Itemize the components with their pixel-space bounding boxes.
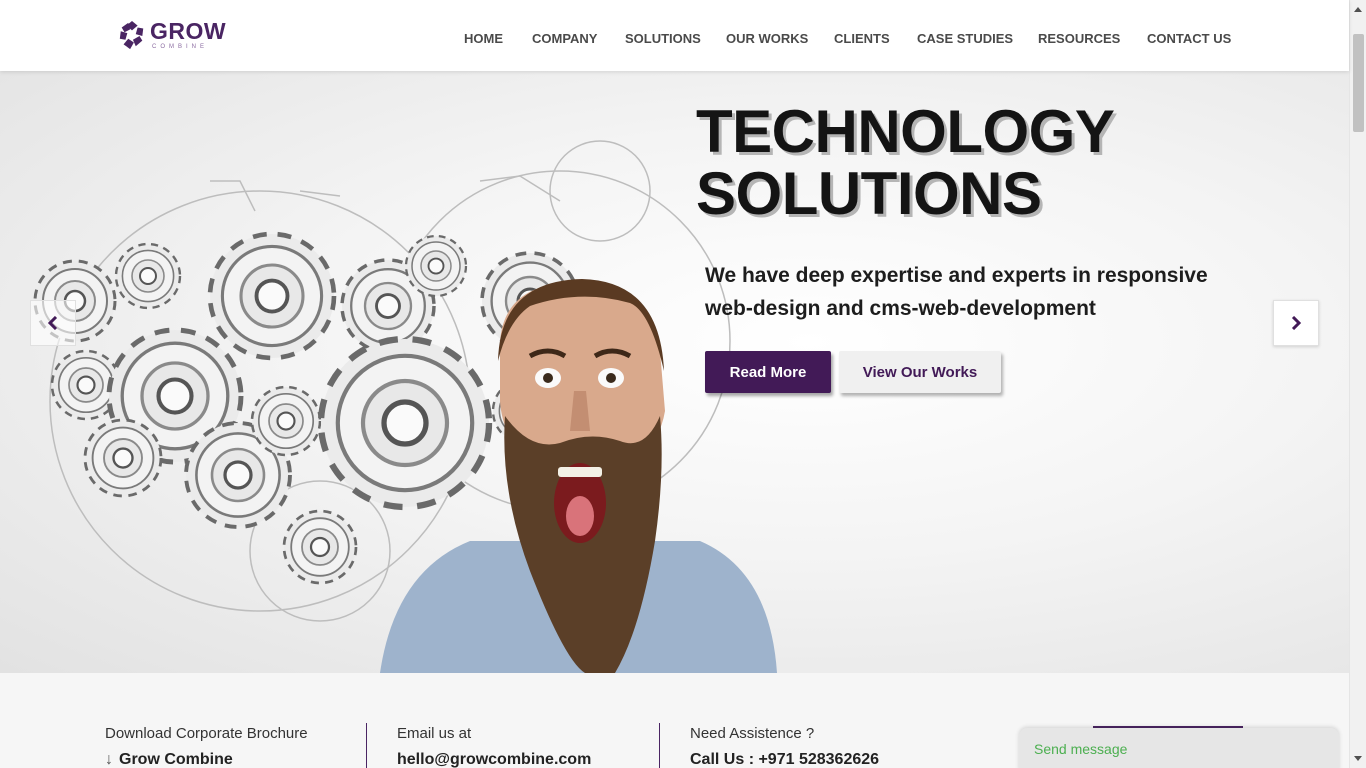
site-logo[interactable]: GROW COMBINE — [117, 18, 227, 52]
nav-resources[interactable]: RESOURCES — [1038, 31, 1120, 46]
phone-label: Need Assistence ? — [690, 725, 815, 742]
email-label: Email us at — [397, 725, 472, 742]
scroll-down-icon[interactable] — [1354, 756, 1362, 761]
hero-slider: TECHNOLOGY SOLUTIONS We have deep expert… — [0, 71, 1349, 673]
brochure-label: Download Corporate Brochure — [105, 725, 308, 742]
nav-company[interactable]: COMPANY — [532, 31, 597, 46]
view-our-works-button[interactable]: View Our Works — [839, 351, 1001, 393]
info-divider — [659, 723, 660, 768]
info-divider — [366, 723, 367, 768]
grow-combine-logo-icon — [119, 20, 144, 50]
nav-contact-us[interactable]: CONTACT US — [1147, 31, 1231, 46]
hero-title-line2: SOLUTIONS — [696, 160, 1042, 227]
gears-and-man-illustration — [33, 140, 777, 673]
phone-link[interactable]: Call Us : +971 528362626 — [690, 751, 879, 768]
hero-title-line1: TECHNOLOGY — [696, 98, 1115, 165]
download-arrow-icon: ↓ — [105, 751, 113, 768]
email-block: Email us at hello@growcombine.com — [397, 725, 591, 768]
nav-clients[interactable]: CLIENTS — [834, 31, 890, 46]
page-scrollbar[interactable] — [1349, 0, 1366, 768]
site-header: GROW COMBINE HOME COMPANY SOLUTIONS OUR … — [0, 0, 1349, 71]
logo-subtitle: COMBINE — [152, 44, 209, 50]
brochure-block: Download Corporate Brochure ↓ Grow Combin… — [105, 725, 308, 768]
slider-next-button[interactable] — [1273, 300, 1319, 346]
nav-our-works[interactable]: OUR WORKS — [726, 31, 808, 46]
nav-solutions[interactable]: SOLUTIONS — [625, 31, 701, 46]
send-message-label: Send message — [1034, 741, 1128, 757]
nav-case-studies[interactable]: CASE STUDIES — [917, 31, 1013, 46]
scroll-up-icon[interactable] — [1354, 7, 1362, 12]
phone-block: Need Assistence ? Call Us : +971 5283626… — [690, 725, 879, 768]
hero-title: TECHNOLOGY SOLUTIONS — [696, 98, 1115, 227]
email-link[interactable]: hello@growcombine.com — [397, 751, 591, 768]
scroll-thumb[interactable] — [1353, 34, 1364, 132]
chevron-left-icon — [47, 316, 58, 330]
nav-home[interactable]: HOME — [464, 31, 503, 46]
read-more-button[interactable]: Read More — [705, 351, 831, 393]
slider-prev-button[interactable] — [30, 300, 76, 346]
send-message-widget[interactable]: Send message — [1019, 728, 1339, 768]
chevron-right-icon — [1291, 316, 1302, 330]
logo-wordmark: GROW — [150, 18, 227, 44]
hero-subtitle: We have deep expertise and experts in re… — [705, 264, 1208, 320]
brochure-link[interactable]: ↓ Grow Combine — [105, 751, 308, 768]
